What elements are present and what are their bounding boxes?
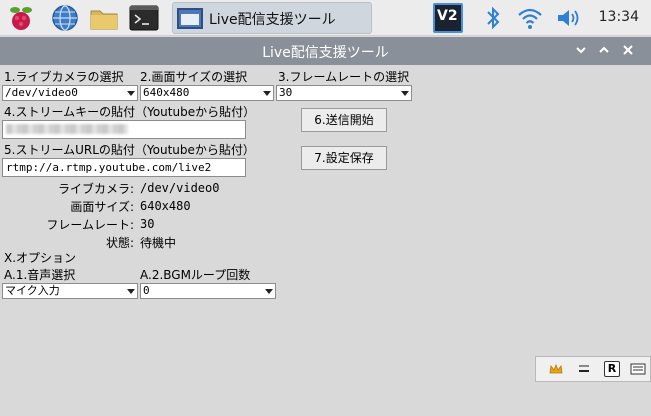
framerate-select-value: 30 [279,86,293,99]
volume-icon[interactable] [553,3,583,33]
dropdown-arrow-icon [263,91,271,96]
chevron-up-icon[interactable] [596,42,612,58]
resolution-select[interactable]: 640x480 [140,85,274,101]
stream-url-label: 5.ストリームURLの貼付（Youtubeから貼付） [4,143,255,157]
browser-globe-icon[interactable] [50,3,80,33]
resolution-select-value: 640x480 [143,86,190,99]
framerate-select[interactable]: 30 [276,85,412,101]
dropdown-arrow-icon [127,91,135,96]
save-settings-button[interactable]: 7.設定保存 [301,146,387,170]
taskbar-window-button[interactable]: Live配信支援ツール [172,2,372,34]
clock[interactable]: 13:34 [599,9,639,25]
framerate-select-label: 3.フレームレートの選択 [278,70,410,84]
keyboard-icon[interactable] [630,361,646,377]
dropdown-arrow-icon [127,289,135,294]
raspberry-menu-icon[interactable] [6,3,36,33]
status-size-label: 画面サイズ: [70,200,134,214]
status-fps-value: 30 [140,217,155,231]
bgm-loop-select-value: 0 [143,284,150,297]
window-titlebar[interactable]: Live配信支援ツール [0,37,651,65]
audio-select-value: マイク入力 [5,284,60,297]
wifi-icon[interactable] [515,3,545,33]
status-camera-label: ライブカメラ: [57,182,134,196]
input-method-tray: R [535,356,651,382]
status-camera-value: /dev/video0 [140,181,220,195]
audio-select[interactable]: マイク入力 [2,283,138,299]
crown-icon[interactable] [548,361,564,377]
file-manager-folder-icon[interactable] [89,3,119,33]
r-mode-icon[interactable]: R [604,361,620,377]
camera-select[interactable]: /dev/video0 [2,85,138,101]
camera-select-label: 1.ライブカメラの選択 [4,70,124,84]
stream-key-obscured [6,124,128,134]
dropdown-arrow-icon [401,91,409,96]
taskbar: Live配信支援ツール V2 13:34 [0,0,651,36]
status-fps-label: フレームレート: [46,218,134,232]
bluetooth-icon[interactable] [478,3,508,33]
vnc-icon[interactable]: V2 [433,3,463,33]
window-title: Live配信支援ツール [262,45,389,61]
dropdown-arrow-icon [265,289,273,294]
taskbar-window-title: Live配信支援ツール [209,12,336,28]
stream-key-label: 4.ストリームキーの貼付（Youtubeから貼付） [4,105,256,119]
audio-select-label: A.1.音声選択 [4,268,76,282]
options-heading: X.オプション [4,251,77,265]
stream-url-input[interactable]: rtmp://a.rtmp.youtube.com/live2 [2,158,246,177]
camera-select-value: /dev/video0 [5,86,78,99]
terminal-icon[interactable] [129,3,159,33]
status-state-value: 待機中 [140,236,177,250]
bgm-loop-label: A.2.BGMループ回数 [140,268,251,282]
start-stream-button[interactable]: 6.送信開始 [301,108,387,132]
close-icon[interactable] [620,42,636,58]
status-size-value: 640x480 [140,199,191,213]
window-app-icon [177,8,203,29]
chevron-down-icon[interactable] [573,42,589,58]
bgm-loop-select[interactable]: 0 [140,283,276,299]
minimize-icon[interactable] [576,361,592,377]
resolution-select-label: 2.画面サイズの選択 [140,70,248,84]
